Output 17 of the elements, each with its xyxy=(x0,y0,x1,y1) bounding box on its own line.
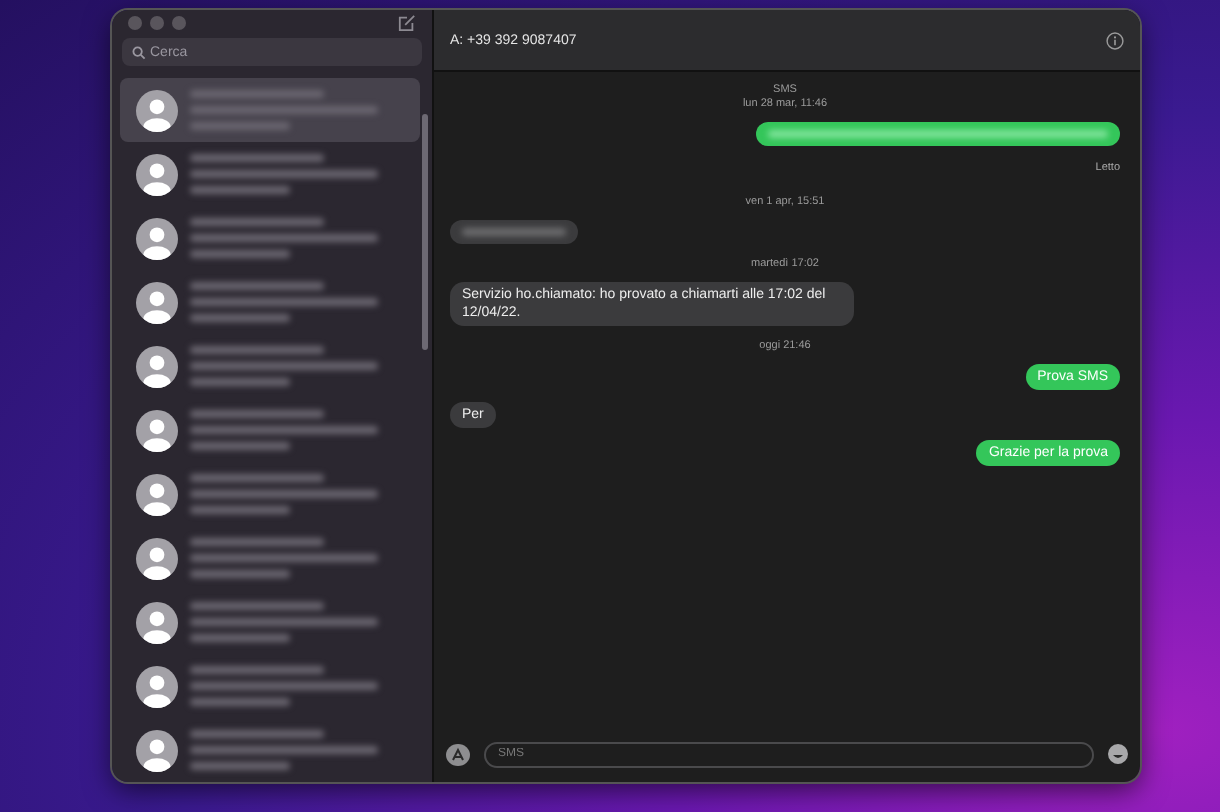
conversation-item[interactable] xyxy=(120,78,420,142)
app-store-icon[interactable] xyxy=(446,743,470,765)
avatar-icon xyxy=(136,729,178,771)
avatar-icon xyxy=(136,153,178,195)
avatar-icon xyxy=(136,665,178,707)
avatar-icon xyxy=(136,89,178,131)
info-icon[interactable] xyxy=(1106,31,1124,49)
compose-icon[interactable] xyxy=(398,13,416,31)
emoji-icon[interactable] xyxy=(1108,744,1128,764)
avatar-icon xyxy=(136,281,178,323)
avatar-icon xyxy=(136,217,178,259)
avatar-icon xyxy=(136,345,178,387)
avatar-icon xyxy=(136,601,178,643)
avatar-icon xyxy=(136,473,178,515)
search-icon xyxy=(132,45,146,59)
avatar-icon xyxy=(136,537,178,579)
avatar-icon xyxy=(136,409,178,451)
